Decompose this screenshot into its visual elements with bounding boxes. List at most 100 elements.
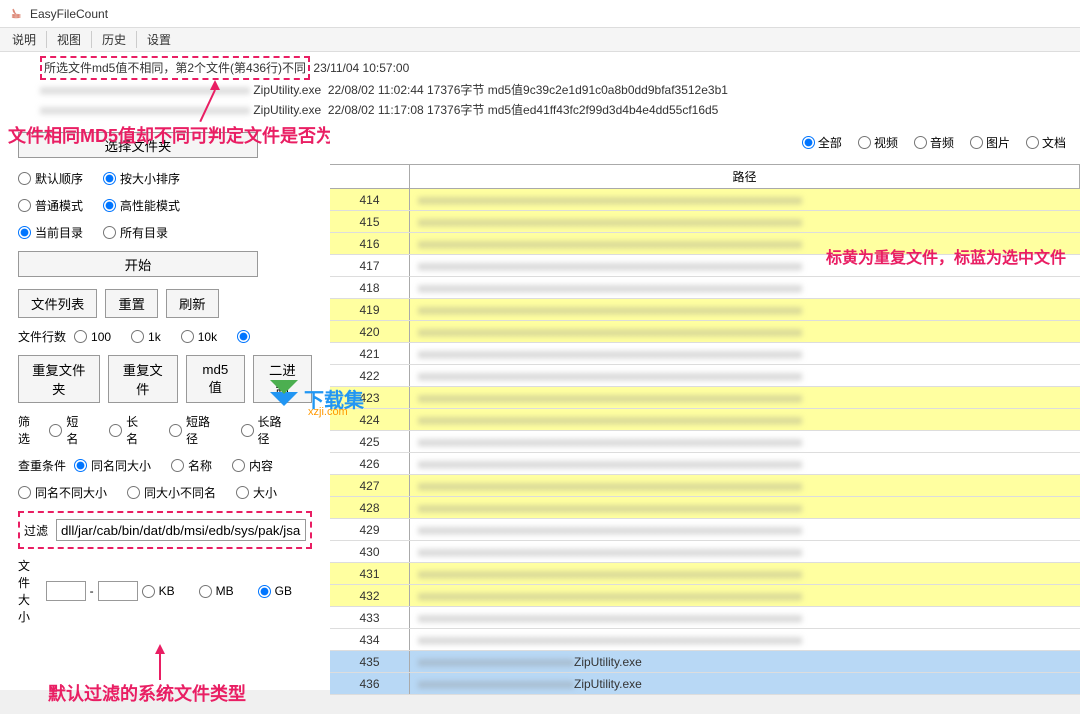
table-row[interactable]: 429xxxxxxxxxxxxxxxxxxxxxxxxxxxxxxxxxxxxx… [330,519,1080,541]
radio-default-order[interactable] [18,172,31,185]
row-path: xxxxxxxxxxxxxxxxxxxxxxxxxxxxxxxxxxxxxxxx… [410,387,1080,408]
radio-type-audio[interactable] [914,136,927,149]
dup-file-button[interactable]: 重复文件 [108,355,178,403]
table-row[interactable]: 432xxxxxxxxxxxxxxxxxxxxxxxxxxxxxxxxxxxxx… [330,585,1080,607]
radio-all-dir[interactable] [103,226,116,239]
table-row[interactable]: 428xxxxxxxxxxxxxxxxxxxxxxxxxxxxxxxxxxxxx… [330,497,1080,519]
log-time: 23/11/04 10:57:00 [313,61,409,75]
row-path: xxxxxxxxxxxxxxxxxxxxxxxxxxxxxxxxxxxxxxxx… [410,607,1080,628]
radio-type-all[interactable] [802,136,815,149]
radio-perf-mode[interactable] [103,199,116,212]
th-row-num[interactable] [330,165,410,188]
radio-10k-more[interactable] [237,330,250,343]
row-number: 417 [330,255,410,276]
row-path: xxxxxxxxxxxxxxxxxxxxxxxxxxxxxxxxxxxxxxxx… [410,475,1080,496]
size-from-input[interactable] [46,581,86,601]
menu-bar: 说明 视图 历史 设置 [0,28,1080,52]
annotation-colors: 标黄为重复文件，标蓝为选中文件 [826,244,1066,268]
table-row[interactable]: 430xxxxxxxxxxxxxxxxxxxxxxxxxxxxxxxxxxxxx… [330,541,1080,563]
table-row[interactable]: 434xxxxxxxxxxxxxxxxxxxxxxxxxxxxxxxxxxxxx… [330,629,1080,651]
row-number: 436 [330,673,410,694]
table-row[interactable]: 426xxxxxxxxxxxxxxxxxxxxxxxxxxxxxxxxxxxxx… [330,453,1080,475]
table-row[interactable]: 422xxxxxxxxxxxxxxxxxxxxxxxxxxxxxxxxxxxxx… [330,365,1080,387]
row-number: 432 [330,585,410,606]
radio-100[interactable] [74,330,87,343]
log-file-a: ZipUtility.exe [253,83,321,97]
row-number: 433 [330,607,410,628]
table-row[interactable]: 423xxxxxxxxxxxxxxxxxxxxxxxxxxxxxxxxxxxxx… [330,387,1080,409]
java-icon [8,6,24,22]
start-button[interactable]: 开始 [18,251,258,277]
window-title: EasyFileCount [30,7,108,21]
radio-same-name-size[interactable] [74,459,87,472]
table-row[interactable]: 425xxxxxxxxxxxxxxxxxxxxxxxxxxxxxxxxxxxxx… [330,431,1080,453]
radio-type-image[interactable] [970,136,983,149]
table-row[interactable]: 419xxxxxxxxxxxxxxxxxxxxxxxxxxxxxxxxxxxxx… [330,299,1080,321]
table-row[interactable]: 435xxxxxxxxxxxxxxxxxxxxxxxxxxZipUtility.… [330,651,1080,673]
table-row[interactable]: 414xxxxxxxxxxxxxxxxxxxxxxxxxxxxxxxxxxxxx… [330,189,1080,211]
file-lines-label: 文件行数 [18,328,66,345]
radio-1k[interactable] [131,330,144,343]
row-number: 422 [330,365,410,386]
radio-mb[interactable] [199,585,212,598]
table-row[interactable]: 424xxxxxxxxxxxxxxxxxxxxxxxxxxxxxxxxxxxxx… [330,409,1080,431]
radio-by-size[interactable] [103,172,116,185]
radio-type-video[interactable] [858,136,871,149]
table-row[interactable]: 420xxxxxxxxxxxxxxxxxxxxxxxxxxxxxxxxxxxxx… [330,321,1080,343]
reset-button[interactable]: 重置 [105,289,158,318]
radio-10k[interactable] [181,330,194,343]
radio-cur-dir[interactable] [18,226,31,239]
row-number: 431 [330,563,410,584]
table-row[interactable]: 433xxxxxxxxxxxxxxxxxxxxxxxxxxxxxxxxxxxxx… [330,607,1080,629]
radio-short-path[interactable] [169,424,182,437]
dup-folder-button[interactable]: 重复文件夹 [18,355,100,403]
filter-highlight-box: 过滤 [18,511,312,549]
file-table: 路径 414xxxxxxxxxxxxxxxxxxxxxxxxxxxxxxxxxx… [330,164,1080,690]
annotation-arrow-icon [200,80,230,125]
row-path: xxxxxxxxxxxxxxxxxxxxxxxxxxxxxxxxxxxxxxxx… [410,497,1080,518]
table-row[interactable]: 418xxxxxxxxxxxxxxxxxxxxxxxxxxxxxxxxxxxxx… [330,277,1080,299]
right-panel: 全部 视频 音频 图片 文档 路径 414xxxxxxxxxxxxxxxxxxx… [330,124,1080,690]
radio-normal-mode[interactable] [18,199,31,212]
row-number: 421 [330,343,410,364]
radio-size-only[interactable] [236,486,249,499]
log-file-b: ZipUtility.exe [253,103,321,117]
row-path: xxxxxxxxxxxxxxxxxxxxxxxxxxxxxxxxxxxxxxxx… [410,189,1080,210]
radio-long-path[interactable] [241,424,254,437]
row-path: xxxxxxxxxxxxxxxxxxxxxxxxxxxxxxxxxxxxxxxx… [410,453,1080,474]
menu-view[interactable]: 视图 [46,31,91,48]
table-row[interactable]: 436xxxxxxxxxxxxxxxxxxxxxxxxxxZipUtility.… [330,673,1080,695]
menu-help[interactable]: 说明 [8,31,46,48]
menu-settings[interactable]: 设置 [136,31,181,48]
file-size-label: 文件大小 [18,557,42,625]
filter-input[interactable] [56,519,306,541]
radio-ssdn[interactable] [127,486,140,499]
radio-gb[interactable] [258,585,271,598]
menu-history[interactable]: 历史 [91,31,136,48]
radio-name[interactable] [171,459,184,472]
row-path: xxxxxxxxxxxxxxxxxxxxxxxxxxxxxxxxxxxxxxxx… [410,321,1080,342]
radio-snds[interactable] [18,486,31,499]
row-path: xxxxxxxxxxxxxxxxxxxxxxxxxxxxxxxxxxxxxxxx… [410,585,1080,606]
row-number: 415 [330,211,410,232]
table-row[interactable]: 431xxxxxxxxxxxxxxxxxxxxxxxxxxxxxxxxxxxxx… [330,563,1080,585]
th-path[interactable]: 路径 [410,165,1080,188]
row-number: 419 [330,299,410,320]
radio-type-doc[interactable] [1026,136,1039,149]
row-path: xxxxxxxxxxxxxxxxxxxxxxxxxxxxxxxxxxxxxxxx… [410,519,1080,540]
file-list-button[interactable]: 文件列表 [18,289,97,318]
table-row[interactable]: 427xxxxxxxxxxxxxxxxxxxxxxxxxxxxxxxxxxxxx… [330,475,1080,497]
refresh-button[interactable]: 刷新 [166,289,219,318]
size-to-input[interactable] [98,581,138,601]
log-detail-a: 22/08/02 11:02:44 17376字节 md5值9c39c2e1d9… [328,83,728,97]
row-path: xxxxxxxxxxxxxxxxxxxxxxxxxxxxxxxxxxxxxxxx… [410,629,1080,650]
row-path: xxxxxxxxxxxxxxxxxxxxxxxxxxxxxxxxxxxxxxxx… [410,277,1080,298]
radio-content[interactable] [232,459,245,472]
radio-short-name[interactable] [49,424,62,437]
radio-kb[interactable] [142,585,155,598]
table-row[interactable]: 421xxxxxxxxxxxxxxxxxxxxxxxxxxxxxxxxxxxxx… [330,343,1080,365]
table-row[interactable]: 415xxxxxxxxxxxxxxxxxxxxxxxxxxxxxxxxxxxxx… [330,211,1080,233]
md5-button[interactable]: md5值 [186,355,245,403]
row-path: xxxxxxxxxxxxxxxxxxxxxxxxxxxxxxxxxxxxxxxx… [410,299,1080,320]
radio-long-name[interactable] [109,424,122,437]
